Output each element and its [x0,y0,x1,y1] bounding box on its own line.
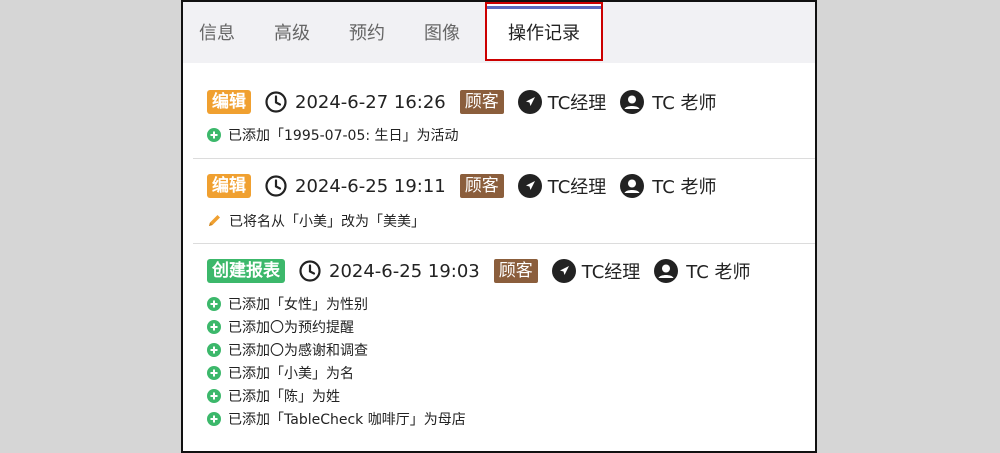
change-item: 已添加「女性」为性别 [207,292,466,315]
change-list: 已将名从「小美」改为「美美」 [207,209,425,232]
plus-circle-icon [207,319,221,334]
tab-info[interactable]: 信息 [199,3,235,63]
log-entry-header: 编辑 2024-6-27 16:26 顾客 TC经理 TC 老师 [207,89,717,115]
log-staff: TC 老师 [686,262,751,283]
log-datetime: 2024-6-27 16:26 [295,91,446,113]
plus-circle-icon [207,296,221,311]
tab-advanced[interactable]: 高级 [274,3,310,63]
log-role: TC经理 [547,177,607,198]
clock-icon [265,91,287,113]
location-arrow-icon [551,259,576,283]
log-role: TC经理 [581,262,641,283]
plus-circle-icon [207,365,221,380]
customer-panel: 信息 高级 预约 图像 操作记录 编辑 2024-6-27 16:26 顾客 T… [181,0,817,453]
plus-circle-icon [207,411,221,426]
change-item: 已添加〇为预约提醒 [207,315,466,338]
edit-badge: 编辑 [207,174,251,198]
log-entry: 编辑 2024-6-27 16:26 顾客 TC经理 TC 老师 已添加「199… [193,63,815,159]
user-circle-icon [620,90,645,114]
log-datetime: 2024-6-25 19:03 [329,260,480,282]
change-item: 已添加「陈」为姓 [207,384,466,407]
plus-circle-icon [207,388,221,403]
change-list: 已添加「1995-07-05: 生日」为活动 [207,123,459,146]
customer-tag: 顾客 [493,259,538,283]
customer-tag: 顾客 [459,174,504,198]
location-arrow-icon [517,174,542,198]
tab-images[interactable]: 图像 [424,3,460,63]
log-staff: TC 老师 [652,177,717,198]
change-text: 已将名从「小美」改为「美美」 [229,213,425,230]
clock-icon [299,260,321,282]
tab-reservations[interactable]: 预约 [349,3,385,63]
log-entry: 编辑 2024-6-25 19:11 顾客 TC经理 TC 老师 已将名从「小美… [193,159,815,244]
change-text: 已添加「1995-07-05: 生日」为活动 [228,127,459,144]
change-text: 已添加〇为预约提醒 [228,319,354,336]
change-item: 已添加「TableCheck 咖啡厅」为母店 [207,407,466,430]
log-entry-header: 创建报表 2024-6-25 19:03 顾客 TC经理 TC 老师 [207,258,751,284]
edit-badge: 编辑 [207,90,251,114]
change-item: 已添加「1995-07-05: 生日」为活动 [207,123,459,146]
log-datetime: 2024-6-25 19:11 [295,175,446,197]
plus-circle-icon [207,342,221,357]
change-text: 已添加「小美」为名 [228,365,354,382]
change-item: 已将名从「小美」改为「美美」 [207,209,425,232]
location-arrow-icon [517,90,542,114]
change-text: 已添加「女性」为性别 [228,296,368,313]
change-text: 已添加「TableCheck 咖啡厅」为母店 [228,411,466,428]
tab-bar: 信息 高级 预约 图像 操作记录 [183,2,815,63]
change-text: 已添加〇为感谢和调查 [228,342,368,359]
customer-tag: 顾客 [459,90,504,114]
user-circle-icon [654,259,679,283]
change-text: 已添加「陈」为姓 [228,388,340,405]
log-entry: 创建报表 2024-6-25 19:03 顾客 TC经理 TC 老师 已添加「女… [193,244,815,451]
log-entry-header: 编辑 2024-6-25 19:11 顾客 TC经理 TC 老师 [207,173,717,199]
user-circle-icon [620,174,645,198]
change-item: 已添加「小美」为名 [207,361,466,384]
change-list: 已添加「女性」为性别 已添加〇为预约提醒 已添加〇为感谢和调查 已添加「小美」为… [207,292,466,430]
pencil-icon [207,213,222,228]
tab-activity-log[interactable]: 操作记录 [485,2,603,61]
clock-icon [265,175,287,197]
create-report-badge: 创建报表 [207,259,285,283]
change-item: 已添加〇为感谢和调查 [207,338,466,361]
log-role: TC经理 [547,93,607,114]
plus-circle-icon [207,127,221,142]
log-staff: TC 老师 [652,93,717,114]
